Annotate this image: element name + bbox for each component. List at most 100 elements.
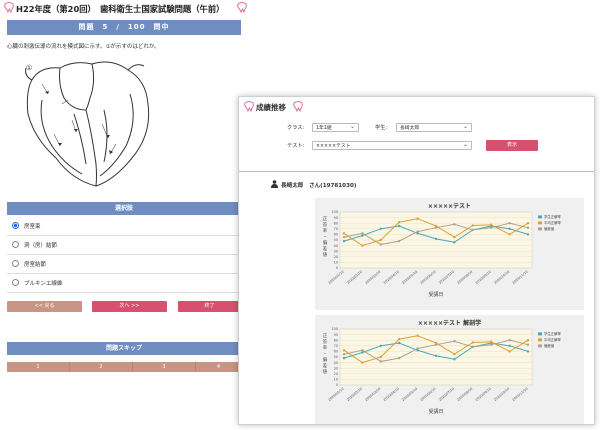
legend-swatch [538, 338, 542, 342]
x-tick-label: 2020/04/10 [383, 387, 400, 402]
data-point [361, 361, 364, 364]
choice-item[interactable]: 房室結節 [7, 257, 241, 274]
data-point [361, 232, 364, 235]
x-tick-label: 2020/11/10 [512, 270, 529, 285]
x-tick-label: 2020/04/10 [383, 270, 400, 285]
y-tick-label: 20 [334, 372, 338, 376]
choice-item[interactable]: 洞（房）結節 [7, 238, 241, 255]
data-point [361, 244, 364, 247]
end-button[interactable]: 終了 [178, 301, 241, 312]
x-tick-label: 2020/07/10 [438, 270, 455, 285]
back-button[interactable]: << 戻る [7, 301, 82, 312]
choice-label: プルキンエ線維 [24, 281, 63, 287]
x-tick-label: 2020/10/10 [493, 387, 510, 402]
student-select[interactable]: 長崎太郎 [396, 122, 472, 132]
y-axis-label-char: 値 [323, 368, 328, 375]
data-point [434, 226, 438, 229]
data-point [398, 341, 401, 345]
chart-panel: ×××××テスト 解剖学 0 10 20 30 40 50 60 70 80 90 100 正答率・偏… [315, 315, 584, 424]
data-point [342, 353, 346, 356]
data-point [342, 239, 346, 243]
choice-item[interactable]: 房室束 [7, 219, 241, 236]
data-point [471, 228, 474, 232]
radio-icon[interactable] [12, 222, 19, 229]
question-counter-bar: 問題 5 / 100 問中 [7, 20, 241, 35]
data-point [508, 344, 511, 347]
y-tick-label: 70 [334, 227, 338, 231]
x-tick-label: 2020/03/10 [364, 270, 381, 285]
y-axis-label-char: 偏 [323, 356, 328, 363]
legend-swatch [538, 332, 542, 336]
legend-label: 学生正解率 [544, 331, 562, 336]
skip-item[interactable]: 3 [133, 362, 196, 372]
x-tick-label: 2020/03/10 [364, 387, 381, 402]
data-point [453, 340, 456, 343]
y-axis-label-char: 値 [323, 251, 328, 258]
y-tick-label: 60 [334, 233, 338, 237]
skip-item[interactable]: 1 [7, 362, 70, 372]
x-tick-label: 2020/11/10 [512, 387, 529, 402]
show-button[interactable]: 表示 [486, 140, 538, 151]
choice-item[interactable]: プルキンエ線維 [7, 276, 241, 293]
results-window: 成績推移 クラス: 1年1組 学生: 長崎太郎 テスト: ×××××テスト 表示… [238, 96, 595, 425]
data-point [398, 224, 401, 228]
data-point [379, 360, 382, 363]
x-tick-label: 2020/10/10 [493, 270, 510, 285]
skip-item[interactable]: 4 [196, 362, 242, 372]
data-point [471, 341, 474, 344]
data-point [508, 350, 511, 353]
legend-label: 偏差値 [544, 343, 555, 348]
student-info: 長崎太郎 さん(19781030) [281, 183, 357, 189]
y-tick-label: 0 [336, 266, 338, 270]
data-point [379, 344, 382, 347]
x-tick-label: 2020/08/10 [456, 270, 473, 285]
divider [239, 171, 594, 172]
data-point [490, 226, 493, 229]
data-point [416, 334, 419, 337]
data-point [453, 353, 456, 356]
exam-title: H22年度（第20回） 歯科衛生士国家試験問題（午前） [16, 4, 225, 14]
legend-swatch [538, 221, 542, 225]
heart-conduction-diagram: ① [25, 61, 150, 187]
y-axis-label-char: 答 [323, 221, 328, 228]
tooth-icon [237, 2, 247, 13]
y-axis-label-char: 答 [323, 338, 328, 345]
data-point [434, 343, 438, 346]
skip-item[interactable]: 2 [70, 362, 133, 372]
data-point [379, 355, 382, 359]
data-point [453, 241, 456, 244]
data-point [526, 350, 530, 353]
y-tick-label: 10 [334, 261, 338, 265]
legend-label: 学生正解率 [544, 214, 562, 219]
data-point [453, 236, 456, 239]
tooth-icon [4, 2, 14, 13]
data-point [342, 236, 346, 239]
x-tick-label: 2020/08/10 [456, 387, 473, 402]
data-point [508, 227, 511, 230]
data-point [361, 351, 364, 354]
radio-icon[interactable] [12, 241, 19, 248]
y-axis-label-char: ・ [323, 352, 327, 357]
skip-header: 問題スキップ [7, 342, 241, 355]
data-point [361, 234, 364, 237]
class-select[interactable]: 1年1組 [312, 122, 359, 132]
data-point [526, 222, 530, 225]
data-point [508, 339, 511, 342]
data-point [490, 223, 493, 227]
choice-label: 房室束 [24, 224, 41, 230]
data-point [526, 339, 530, 342]
next-button[interactable]: 次へ >> [92, 301, 167, 312]
legend-label: 平均正解率 [544, 220, 562, 225]
data-point [526, 233, 530, 236]
y-tick-label: 50 [334, 355, 338, 359]
test-select[interactable]: ×××××テスト [312, 140, 472, 150]
y-axis-label-char: 正 [323, 333, 328, 339]
y-tick-label: 100 [332, 210, 338, 214]
data-point [398, 220, 401, 224]
radio-icon[interactable] [12, 279, 19, 286]
legend-swatch [538, 227, 542, 231]
data-point [398, 356, 401, 360]
data-point [379, 238, 382, 242]
radio-icon[interactable] [12, 260, 19, 267]
choice-label: 房室結節 [24, 262, 47, 268]
